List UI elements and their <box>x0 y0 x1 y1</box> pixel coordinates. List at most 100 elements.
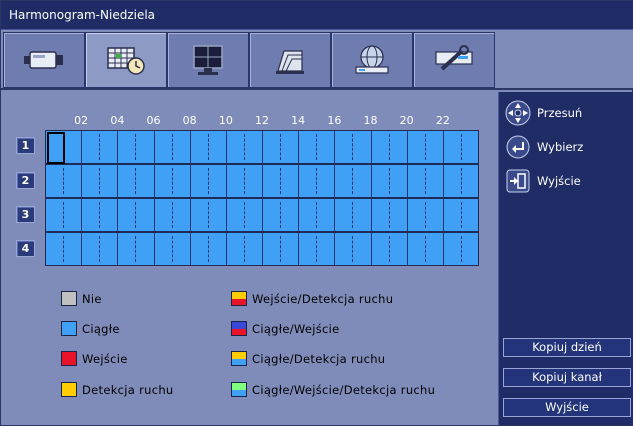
legend-swatch <box>231 351 247 366</box>
direction-pad-icon <box>505 100 531 126</box>
grid-tick <box>316 168 318 194</box>
hour-label: 22 <box>435 114 450 127</box>
grid-tick <box>81 165 83 197</box>
tab-camera[interactable] <box>3 32 85 88</box>
hint-select-label: Wybierz <box>537 140 584 154</box>
hour-label: 02 <box>74 114 89 127</box>
tab-storage[interactable] <box>249 32 331 88</box>
tab-network[interactable] <box>331 32 413 88</box>
grid-tick <box>352 168 354 194</box>
legend-label: Ciągłe <box>82 321 120 336</box>
legend-swatch <box>61 321 77 336</box>
hint-select: Wybierz <box>505 134 583 160</box>
grid-tick <box>334 131 336 163</box>
legend-label: Nie <box>82 291 102 306</box>
schedule-grid[interactable] <box>45 130 479 270</box>
grid-tick <box>225 165 227 197</box>
grid-tick <box>442 165 444 197</box>
exit-icon <box>506 169 530 193</box>
grid-tick <box>99 168 101 194</box>
channel-button-4[interactable]: 4 <box>16 240 35 257</box>
schedule-row-3[interactable] <box>45 198 479 232</box>
swatch-bottom <box>232 298 246 305</box>
grid-tick <box>424 202 426 228</box>
grid-tick <box>171 202 173 228</box>
schedule-row-1[interactable] <box>45 130 479 164</box>
tab-display[interactable] <box>167 32 249 88</box>
hour-label: 08 <box>182 114 197 127</box>
exit-button[interactable]: Wyjście <box>503 398 631 417</box>
tab-schedule[interactable] <box>85 32 167 88</box>
grid-tick <box>99 134 101 160</box>
grid-tick <box>243 236 245 262</box>
channel-button-2[interactable]: 2 <box>16 172 35 189</box>
grid-tick <box>460 202 462 228</box>
tab-tools[interactable] <box>413 32 495 88</box>
grid-tick <box>316 202 318 228</box>
grid-tick <box>117 199 119 231</box>
legend-item-continuous-input-motion: Ciągłe/Wejście/Detekcja ruchu <box>231 382 435 397</box>
enter-icon <box>506 135 530 159</box>
grid-tick <box>153 165 155 197</box>
grid-tick <box>63 236 65 262</box>
legend-item-continuous-motion: Ciągłe/Detekcja ruchu <box>231 351 385 366</box>
grid-tick <box>280 236 282 262</box>
tools-icon <box>435 45 473 71</box>
legend-label: Ciągłe/Wejście <box>252 321 340 336</box>
grid-tick <box>153 233 155 265</box>
schedule-row-4[interactable] <box>45 232 479 266</box>
menu-tabs <box>1 30 633 90</box>
grid-tick <box>442 131 444 163</box>
channel-button-3[interactable]: 3 <box>16 206 35 223</box>
grid-tick <box>243 134 245 160</box>
hour-label: 16 <box>327 114 342 127</box>
grid-tick <box>262 165 263 197</box>
grid-tick <box>99 202 101 228</box>
grid-tick <box>442 199 444 231</box>
hour-label: 14 <box>291 114 306 127</box>
grid-tick <box>189 165 191 197</box>
grid-tick <box>189 233 191 265</box>
selection-cursor <box>47 132 65 164</box>
channel-button-1[interactable]: 1 <box>16 137 35 154</box>
legend-label: Ciągłe/Wejście/Detekcja ruchu <box>252 382 436 397</box>
grid-tick <box>243 168 245 194</box>
grid-tick <box>460 236 462 262</box>
grid-tick <box>171 168 173 194</box>
grid-tick <box>225 199 227 231</box>
hour-label: 12 <box>255 114 269 127</box>
legend-label: Ciągłe/Detekcja ruchu <box>252 351 386 366</box>
grid-tick <box>280 168 282 194</box>
grid-tick <box>81 233 83 265</box>
grid-tick <box>153 199 155 231</box>
legend-item-continuous: Ciągłe <box>61 321 120 336</box>
grid-tick <box>334 199 336 231</box>
grid-tick <box>81 131 83 163</box>
grid-tick <box>280 202 282 228</box>
copy-day-button[interactable]: Kopiuj dzień <box>503 338 631 357</box>
copy-channel-button[interactable]: Kopiuj kanał <box>503 368 631 387</box>
legend-swatch <box>61 351 77 366</box>
grid-tick <box>442 233 444 265</box>
legend-swatch <box>231 291 247 306</box>
grid-tick <box>171 134 173 160</box>
grid-tick <box>298 199 300 231</box>
schedule-panel: 02 04 06 08 10 12 14 16 18 20 22 1 2 3 4 Nie Ciągł… <box>1 92 498 425</box>
grid-tick <box>63 202 65 228</box>
legend-item-input-motion: Wejście/Detekcja ruchu <box>231 291 393 306</box>
grid-tick <box>334 165 336 197</box>
legend-item-none: Nie <box>61 291 102 306</box>
grid-tick <box>388 134 390 160</box>
grid-tick <box>370 165 372 197</box>
hour-label: 04 <box>110 114 125 127</box>
legend-swatch <box>61 291 77 306</box>
window-title: Harmonogram-Niedziela <box>9 8 156 22</box>
grid-tick <box>352 202 354 228</box>
title-bar: Harmonogram-Niedziela <box>1 1 633 30</box>
grid-tick <box>316 134 318 160</box>
schedule-row-2[interactable] <box>45 164 479 198</box>
grid-tick <box>316 236 318 262</box>
grid-tick <box>298 131 300 163</box>
swatch-bottom <box>232 358 246 365</box>
grid-tick <box>207 168 209 194</box>
